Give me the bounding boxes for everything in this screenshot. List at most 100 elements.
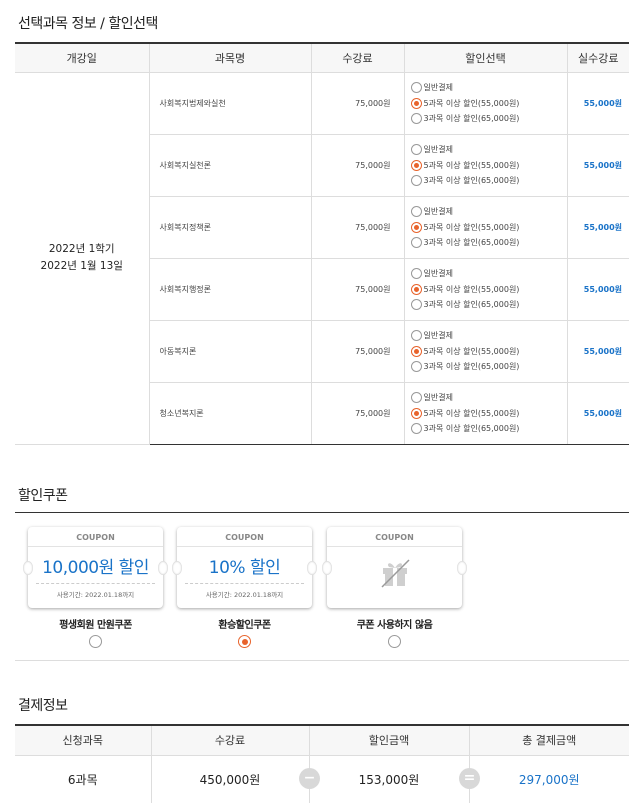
discount-options: 일반결제 5과목 이상 할인(55,000원) 3과목 이상 할인(65,000원) — [403, 258, 567, 321]
discount-amount: 153,000원 — [308, 755, 469, 803]
discount-option[interactable]: 3과목 이상 할인(65,000원) — [410, 421, 567, 437]
discount-option[interactable]: 일반결제 — [410, 142, 567, 158]
discount-option-label: 5과목 이상 할인(55,000원) — [423, 284, 520, 294]
coupon-label-transfer-discount: 환승할인쿠폰 — [218, 620, 271, 631]
discount-option-label: 5과목 이상 할인(55,000원) — [423, 346, 520, 356]
course-name: 사회복지행정론 — [148, 258, 311, 321]
col-header-fee: 수강료 — [310, 42, 404, 73]
discount-radio[interactable] — [410, 159, 422, 171]
discount-radio[interactable] — [410, 237, 422, 248]
coupon-period: 사용기간: 2022.01.18까지 — [56, 591, 135, 599]
discount-option[interactable]: 일반결제 — [410, 328, 567, 344]
discount-option-label: 일반결제 — [423, 207, 453, 216]
discount-option[interactable]: 5과목 이상 할인(55,000원) — [410, 281, 567, 297]
col-header-total: 총 결제금액 — [468, 724, 629, 756]
section-title-coupons: 할인쿠폰 — [18, 488, 68, 504]
discount-option-label: 일반결제 — [423, 83, 453, 92]
discount-option[interactable]: 5과목 이상 할인(55,000원) — [410, 95, 567, 111]
course-name: 사회복지실천론 — [148, 134, 311, 197]
discount-options: 일반결제 5과목 이상 할인(55,000원) 3과목 이상 할인(65,000원) — [403, 196, 567, 259]
section-title-payment: 결제정보 — [18, 698, 68, 714]
col-header-discount-amount: 할인금액 — [308, 724, 469, 756]
coupon-head: COUPON — [28, 527, 163, 547]
discount-option-label: 3과목 이상 할인(65,000원) — [423, 300, 520, 309]
discount-radio[interactable] — [410, 392, 422, 403]
course-name: 청소년복지론 — [148, 382, 311, 445]
table-row: 2022년 1학기 2022년 1월 13일 사회복지법제와실천 75,000원 일반결… — [15, 72, 629, 445]
section-divider — [15, 660, 629, 661]
discount-radio[interactable] — [410, 361, 422, 372]
real-fee: 55,000원 — [566, 134, 629, 197]
discount-radio[interactable] — [410, 175, 422, 186]
coupon-separator — [36, 583, 155, 584]
coupon-head: COUPON — [327, 527, 462, 547]
col-header-start-date: 개강일 — [15, 42, 149, 73]
discount-option[interactable]: 5과목 이상 할인(55,000원) — [410, 219, 567, 235]
real-fee: 55,000원 — [566, 320, 629, 383]
discount-radio[interactable] — [410, 299, 422, 310]
tuition-amount: 450,000원 — [150, 755, 309, 803]
discount-option[interactable]: 3과목 이상 할인(65,000원) — [410, 235, 567, 251]
discount-radio[interactable] — [410, 144, 422, 155]
coupon-amount: 10,000원 할인 — [42, 558, 149, 578]
discount-option[interactable]: 일반결제 — [410, 80, 567, 96]
course-name: 아동복지론 — [148, 320, 311, 383]
coupon-radio-lifetime-member[interactable] — [89, 635, 102, 648]
discount-radio[interactable] — [410, 97, 422, 109]
discount-options: 일반결제 5과목 이상 할인(55,000원) 3과목 이상 할인(65,000원) — [403, 134, 567, 197]
minus-icon: − — [299, 768, 320, 789]
discount-radio[interactable] — [410, 221, 422, 233]
discount-option[interactable]: 5과목 이상 할인(55,000원) — [410, 343, 567, 359]
discount-option-label: 3과목 이상 할인(65,000원) — [423, 424, 520, 433]
coupon-card-transfer-discount[interactable]: COUPON 10% 할인 사용기간: 2022.01.18까지 — [172, 527, 317, 608]
section-title-selected-courses: 선택과목 정보 / 할인선택 — [18, 16, 158, 32]
coupon-card-no-coupon[interactable]: COUPON — [322, 527, 467, 608]
course-fee: 75,000원 — [310, 196, 404, 259]
course-fee: 75,000원 — [310, 382, 404, 445]
real-fee: 55,000원 — [566, 72, 629, 135]
discount-radio[interactable] — [410, 283, 422, 295]
col-header-course-name: 과목명 — [148, 42, 311, 73]
course-fee: 75,000원 — [310, 134, 404, 197]
discount-radio[interactable] — [410, 423, 422, 434]
gift-crossed-icon — [379, 556, 411, 588]
coupon-card-lifetime-member[interactable]: COUPON 10,000원 할인 사용기간: 2022.01.18까지 — [23, 527, 168, 608]
discount-radio[interactable] — [410, 206, 422, 217]
real-fee: 55,000원 — [566, 382, 629, 445]
course-name: 사회복지정책론 — [148, 196, 311, 259]
discount-option-label: 3과목 이상 할인(65,000원) — [423, 114, 520, 123]
discount-radio[interactable] — [410, 113, 422, 124]
discount-option[interactable]: 3과목 이상 할인(65,000원) — [410, 359, 567, 375]
coupon-label-lifetime-member: 평생회원 만원쿠폰 — [59, 620, 132, 631]
coupon-label-no-coupon: 쿠폰 사용하지 않음 — [356, 620, 433, 631]
discount-radio[interactable] — [410, 82, 422, 93]
col-header-subjects: 신청과목 — [15, 724, 151, 756]
discount-option[interactable]: 일반결제 — [410, 266, 567, 282]
discount-option[interactable]: 일반결제 — [410, 204, 567, 220]
discount-radio[interactable] — [410, 330, 422, 341]
discount-options: 일반결제 5과목 이상 할인(55,000원) 3과목 이상 할인(65,000원) — [403, 382, 567, 445]
discount-option-label: 3과목 이상 할인(65,000원) — [423, 362, 520, 371]
coupon-head: COUPON — [177, 527, 312, 547]
discount-radio[interactable] — [410, 268, 422, 279]
discount-option[interactable]: 일반결제 — [410, 390, 567, 406]
discount-option[interactable]: 3과목 이상 할인(65,000원) — [410, 111, 567, 127]
course-fee: 75,000원 — [310, 320, 404, 383]
discount-option[interactable]: 3과목 이상 할인(65,000원) — [410, 173, 567, 189]
discount-option-label: 일반결제 — [423, 145, 453, 154]
coupon-radio-transfer-discount[interactable] — [238, 635, 251, 648]
discount-option-label: 일반결제 — [423, 269, 453, 278]
discount-radio[interactable] — [410, 345, 422, 357]
coupon-radio-no-coupon[interactable] — [388, 635, 401, 648]
discount-radio[interactable] — [410, 407, 422, 419]
coupon-amount: 10% 할인 — [208, 558, 281, 578]
discount-option-label: 일반결제 — [423, 393, 453, 402]
discount-option-label: 5과목 이상 할인(55,000원) — [423, 98, 520, 108]
discount-option-label: 일반결제 — [423, 331, 453, 340]
discount-option-label: 5과목 이상 할인(55,000원) — [423, 222, 520, 232]
discount-option[interactable]: 5과목 이상 할인(55,000원) — [410, 157, 567, 173]
discount-option[interactable]: 5과목 이상 할인(55,000원) — [410, 405, 567, 421]
discount-option[interactable]: 3과목 이상 할인(65,000원) — [410, 297, 567, 313]
course-fee: 75,000원 — [310, 72, 404, 135]
total-amount: 297,000원 — [468, 755, 629, 803]
